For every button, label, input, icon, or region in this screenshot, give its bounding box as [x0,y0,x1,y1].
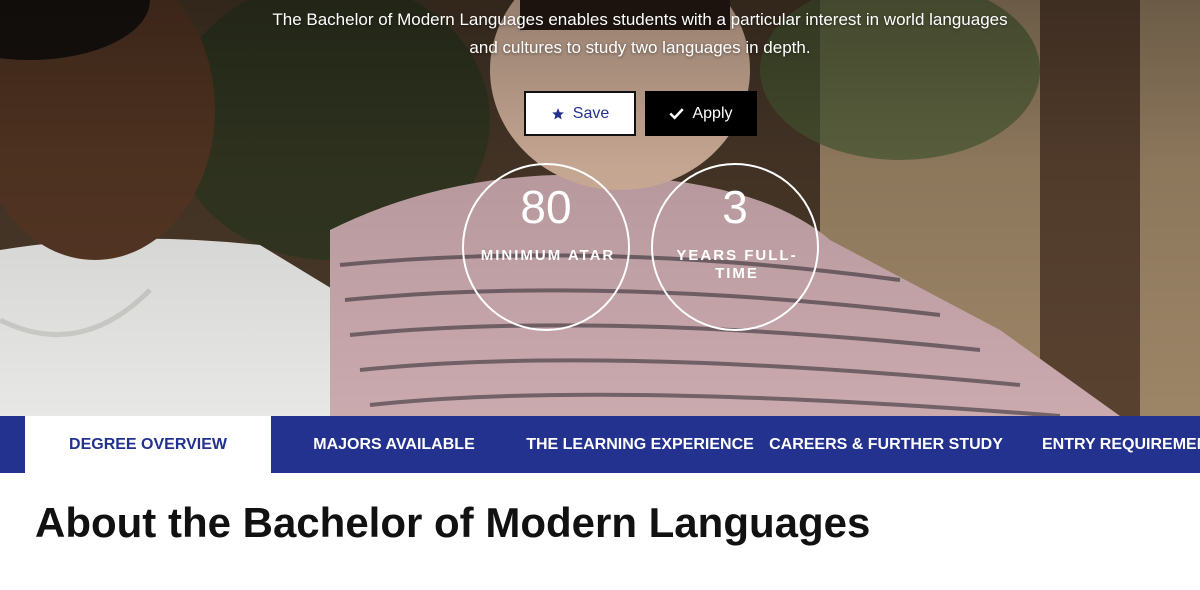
stat-value: 80 [520,181,572,233]
tab-entry-requirements[interactable]: ENTRY REQUIREMEN [1009,416,1200,473]
hero-banner: The Bachelor of Modern Languages enables… [0,0,1200,416]
save-button[interactable]: Save [524,91,636,136]
tab-careers-further-study[interactable]: CAREERS & FURTHER STUDY [763,416,1009,473]
save-button-label: Save [572,104,610,122]
stat-duration: 3 YEARS FULL-TIME [651,163,819,331]
stat-label: MINIMUM ATAR [480,247,616,264]
tab-majors-available[interactable]: MAJORS AVAILABLE [271,416,517,473]
apply-button-label: Apply [692,104,733,122]
check-icon [669,107,685,120]
stat-label: YEARS FULL-TIME [676,247,798,282]
tab-learning-experience[interactable]: THE LEARNING EXPERIENCE [517,416,763,473]
star-icon [551,107,565,121]
degree-description: The Bachelor of Modern Languages enables… [272,10,1008,57]
stat-value: 3 [722,181,748,233]
degree-tabs: DEGREE OVERVIEW MAJORS AVAILABLE THE LEA… [0,416,1200,473]
stat-minimum-atar: 80 MINIMUM ATAR [462,163,630,331]
apply-button[interactable]: Apply [645,91,757,136]
section-title: About the Bachelor of Modern Languages [35,499,871,546]
tab-degree-overview[interactable]: DEGREE OVERVIEW [25,416,271,473]
